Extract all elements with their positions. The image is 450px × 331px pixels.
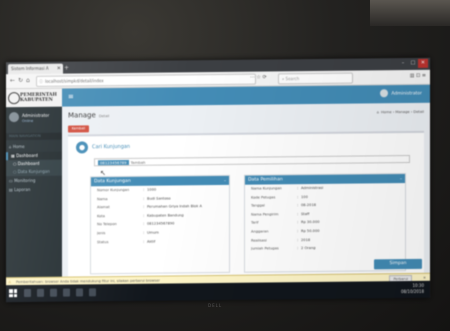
close-window-icon[interactable]: ✕	[418, 58, 428, 68]
collapse-icon[interactable]: –	[224, 176, 226, 185]
detail-row: Status: Aktif	[97, 239, 156, 244]
taskbar-app-icon[interactable]	[76, 288, 83, 297]
user-name: Administrator	[22, 112, 50, 119]
url-text: localhost/simpkd/detail/index	[45, 78, 104, 84]
browser-tab[interactable]: Sistem Informasi A ✕	[8, 63, 63, 75]
detail-row: Jumlah Petugas:2 Orang	[251, 246, 316, 251]
app: PEMERINTAH KABUPATEN Administrator Online…	[6, 84, 430, 279]
minimize-icon[interactable]: –	[398, 59, 408, 68]
main-content: ≡ Administrator Manage Detail ⌂ Home › Man…	[62, 84, 430, 279]
search-input[interactable]: ⌕ Search	[278, 72, 353, 85]
warning-icon: ⚠	[8, 280, 12, 285]
home-icon: ⌂	[376, 110, 380, 115]
monitor-brand-label: DELL	[208, 303, 223, 308]
page-title: Manage Detail	[68, 111, 110, 120]
top-navbar: ≡ Administrator	[62, 84, 430, 107]
taskbar-app-icon[interactable]	[89, 288, 96, 297]
logo[interactable]: PEMERINTAH KABUPATEN	[6, 88, 62, 108]
home-nav-icon[interactable]: ⌂	[26, 76, 30, 86]
maximize-icon[interactable]: □	[408, 59, 418, 68]
input-rest-text: Tambah	[130, 159, 146, 165]
breadcrumb-manage[interactable]: Manage	[395, 110, 409, 114]
collapse-icon[interactable]: –	[400, 174, 402, 183]
sidebar-item-monitoring[interactable]: ▭ Monitoring	[6, 177, 62, 186]
sidebar-item-laporan[interactable]: ▤ Laporan	[6, 186, 62, 195]
bookmark-star-icon[interactable]: ··· ☆ ⟳	[250, 73, 267, 82]
taskbar-app-icon[interactable]	[24, 288, 31, 298]
sidebar-subitem-data-kunjungan[interactable]: ○ Data Kunjungan	[6, 167, 62, 177]
windows-start-icon[interactable]	[9, 289, 17, 298]
breadcrumb-home[interactable]: Home	[381, 110, 392, 114]
avatar	[380, 89, 389, 98]
url-bar[interactable]: ⓘ localhost/simpkd/detail/index	[36, 73, 256, 87]
search-placeholder: Search	[285, 76, 300, 82]
content-panel: ● Cari Kunjungan 08123456789 Tambah ↖ Dat…	[68, 130, 424, 279]
search-field[interactable]: 08123456789 Tambah	[94, 154, 410, 167]
sidebar-item-home[interactable]: ⌂ Home	[6, 143, 62, 152]
data-pemilihan-box: Data Pemilihan – Nama Kunjungan: Administr…	[244, 173, 406, 273]
menu-icon[interactable]: ≡	[68, 93, 74, 102]
breadcrumb-detail: Detail	[413, 109, 424, 114]
input-selected-text: 08123456789	[98, 159, 129, 166]
top-user-menu[interactable]: Administrator	[380, 89, 422, 99]
monitor-screen: Sistem Informasi A ✕ + – □ ✕ ← ↻ ⌂ ⓘ loc…	[6, 57, 430, 303]
breadcrumb: ⌂ Home › Manage › Detail	[376, 109, 424, 115]
tab-title: Sistem Informasi A	[11, 65, 49, 72]
tray-time: 10:30	[412, 282, 424, 288]
step-circle-icon: ●	[76, 141, 88, 154]
user-status: Online	[22, 118, 34, 124]
taskbar-app-icon[interactable]	[63, 288, 70, 297]
toolbar-menu-icon[interactable]: ▥ ⊡ ≡	[410, 72, 426, 81]
submit-button[interactable]: Simpan	[374, 258, 422, 270]
step-title: Cari Kunjungan	[92, 143, 131, 151]
close-tab-icon[interactable]: ✕	[57, 64, 61, 74]
page-subtitle: Detail	[98, 114, 110, 119]
background-wall	[370, 0, 450, 26]
window-controls: – □ ✕	[398, 58, 428, 68]
back-arrow-icon[interactable]: ←	[10, 76, 15, 86]
menu-header: MAIN NAVIGATION	[6, 132, 62, 141]
tray-date: 08/10/2018	[400, 288, 424, 295]
taskbar-app-icon[interactable]	[50, 288, 57, 297]
taskbar-apps	[24, 288, 96, 298]
reload-icon[interactable]: ↻	[18, 76, 23, 86]
sidebar: PEMERINTAH KABUPATEN Administrator Online…	[6, 88, 62, 278]
taskbar-app-icon[interactable]	[37, 288, 44, 297]
back-button[interactable]: Kembali	[68, 125, 89, 133]
data-kunjungan-box: Data Kunjungan – Nomor Kunjungan:1000 Nam…	[90, 174, 230, 275]
logo-emblem-icon	[8, 92, 20, 105]
avatar	[9, 112, 19, 123]
new-tab-icon[interactable]: +	[64, 64, 69, 73]
logo-text: PEMERINTAH KABUPATEN	[20, 92, 57, 104]
system-tray[interactable]: 10:30 08/10/2018	[401, 283, 424, 295]
user-panel: Administrator Online	[6, 109, 62, 128]
info-icon: ⓘ	[39, 78, 43, 84]
